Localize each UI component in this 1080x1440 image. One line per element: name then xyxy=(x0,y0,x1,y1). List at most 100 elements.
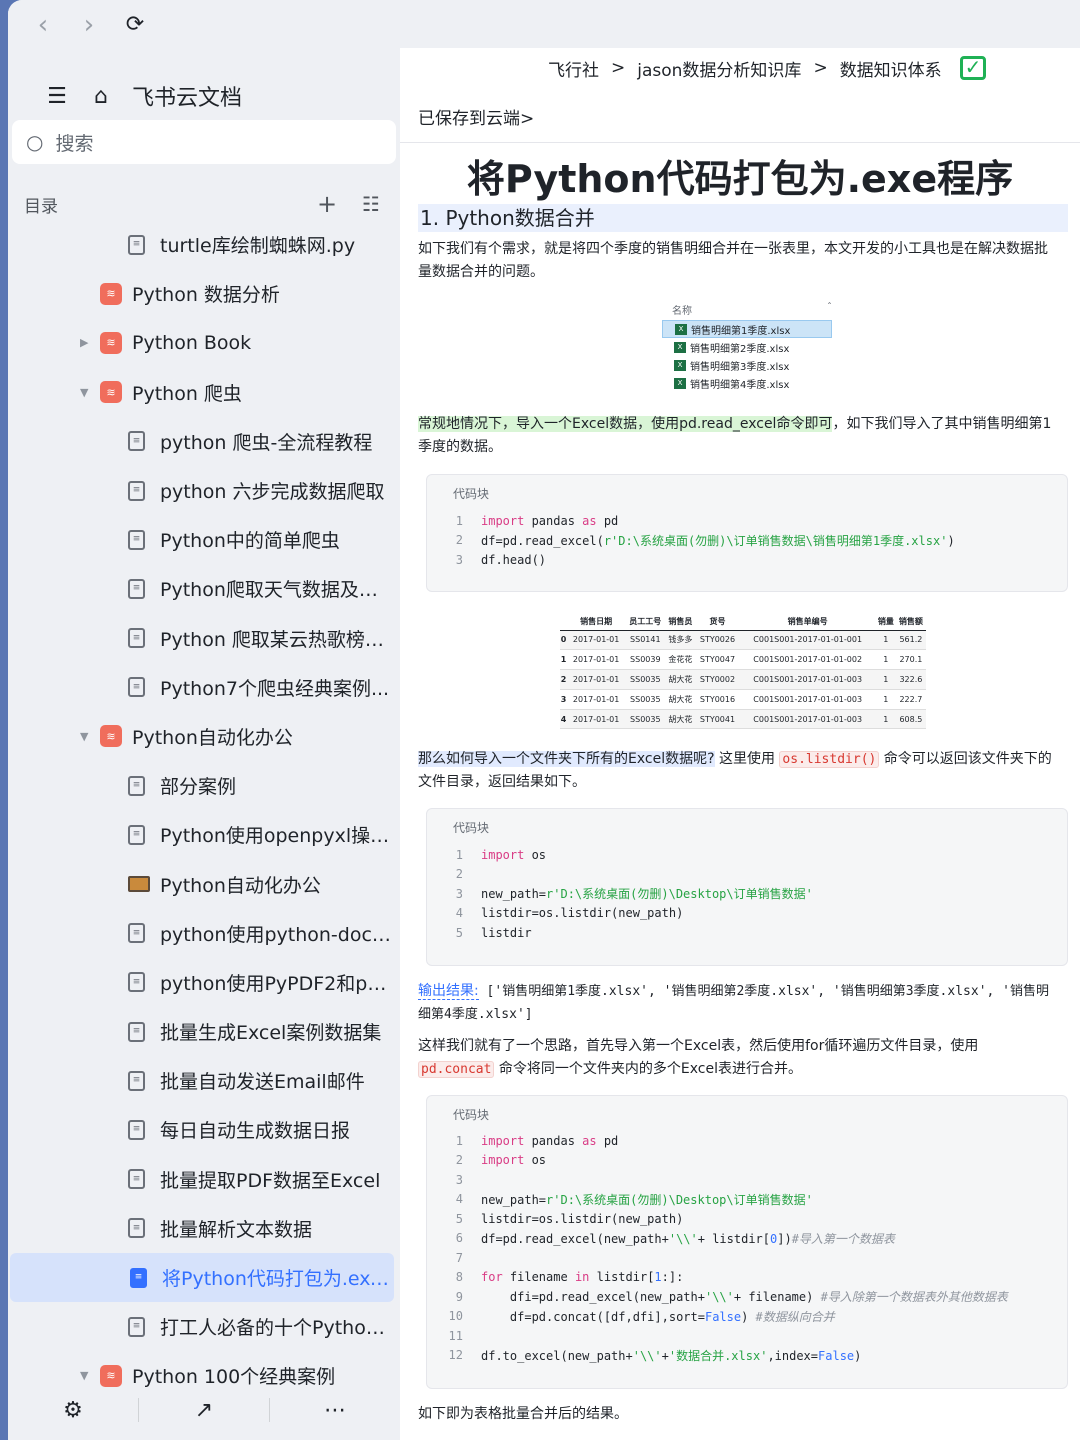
inline-code: pd.concat xyxy=(418,1061,495,1078)
breadcrumb-item[interactable]: jason数据分析知识库 xyxy=(637,56,801,81)
more-icon[interactable]: ⋯ xyxy=(270,1398,400,1423)
book-icon: ≋ xyxy=(100,381,122,404)
code-text: import pandas as pd xyxy=(481,1133,619,1148)
sidebar-item-label: 部分案例 xyxy=(160,776,237,799)
table-cell: 2017-01-01 xyxy=(566,709,626,730)
code-text: listdir=os.listdir(new_path) xyxy=(481,1211,684,1226)
sidebar-item[interactable]: ≡ python使用PyPDF2和pdfp... xyxy=(8,958,400,1007)
table-cell: 222.7 xyxy=(895,689,926,710)
reload-icon[interactable]: ⟳ xyxy=(118,8,152,42)
doc-icon: ≡ xyxy=(128,824,145,845)
table-cell: 2017-01-01 xyxy=(566,649,626,671)
sidebar-item[interactable]: ≡ python 六步完成数据爬取 xyxy=(8,466,400,515)
sidebar-item[interactable]: ≡ Python7个爬虫经典案例... xyxy=(8,663,400,712)
sidebar-item[interactable]: ▼ ≋ Python 爬虫 xyxy=(8,368,400,417)
code-line: 10 df=pd.concat([df,dfi],sort=False) #数据… xyxy=(427,1307,835,1326)
sidebar-item[interactable]: ≡ Python中的简单爬虫 xyxy=(8,515,400,564)
line-number: 8 xyxy=(455,1270,463,1284)
table-header-cell: 销售额 xyxy=(895,614,926,631)
save-status[interactable]: 已保存到云端> xyxy=(418,104,534,129)
paragraph: 如下即为表格批量合并后的结果。 xyxy=(418,1406,628,1422)
output-label: 输出结果: xyxy=(418,983,479,1000)
sidebar-item[interactable]: ≡ 批量提取PDF数据至Excel xyxy=(8,1155,400,1204)
table-cell: STY0002 xyxy=(695,669,740,690)
sidebar-item[interactable]: ≡ 将Python代码打包为.exe... xyxy=(10,1252,394,1303)
sidebar-item-label: 批量解析文本数据 xyxy=(160,1218,313,1241)
code-line: 9 dfi=pd.read_excel(new_path+'\\'+ filen… xyxy=(427,1287,1008,1306)
back-icon[interactable]: ‹ xyxy=(26,8,60,42)
table-cell: 1 xyxy=(875,709,896,730)
table-header-cell: 员工工号 xyxy=(625,614,666,631)
code-line: 3 df.head() xyxy=(427,550,546,569)
table-cell: 1 xyxy=(875,630,896,651)
table-cell: 3 xyxy=(560,689,567,710)
search-placeholder: 搜索 xyxy=(55,132,94,155)
doc-icon: ≡ xyxy=(128,1316,145,1337)
list-icon[interactable]: ☷ xyxy=(358,192,384,216)
sidebar-item[interactable]: ≡ 批量生成Excel案例数据集 xyxy=(8,1007,400,1056)
breadcrumb-item[interactable]: 数据知识体系 xyxy=(840,56,942,81)
sidebar-item[interactable]: ≡ turtle库绘制蜘蛛网.py xyxy=(8,220,400,269)
breadcrumb-item[interactable]: 飞行社 xyxy=(548,56,599,81)
sidebar-item[interactable]: ▼ ≋ Python自动化办公 xyxy=(8,712,400,761)
file-name: 销售明细第4季度.xlsx xyxy=(690,379,790,391)
file-name: 销售明细第2季度.xlsx xyxy=(690,343,790,355)
output-text: ['销售明细第1季度.xlsx', '销售明细第2季度.xlsx', '销售明细… xyxy=(418,984,1049,1022)
sidebar-item[interactable]: ≡ Python 爬取某云热歌榜歌... xyxy=(8,614,400,663)
chevron-right-icon[interactable]: ▶ xyxy=(80,336,88,349)
sidebar-item[interactable]: Python自动化办公 xyxy=(8,859,400,908)
sidebar-item[interactable]: ▶ ≋ Python Book xyxy=(8,318,400,367)
search-input[interactable]: ○ 搜索 xyxy=(12,120,396,164)
sidebar-item-label: Python Book xyxy=(132,331,252,354)
share-icon[interactable]: ↗ xyxy=(139,1398,269,1423)
sidebar-item[interactable]: ≡ 批量自动发送Email邮件 xyxy=(8,1056,400,1105)
sidebar-item[interactable]: ≡ python 爬虫-全流程教程 xyxy=(8,417,400,466)
table-row: 0 2017-01-01 SS0141 钱多多 STY0026 C001S001-2017… xyxy=(560,630,926,651)
home-icon[interactable]: ⌂ xyxy=(88,84,114,109)
data-table-image: 销售日期 员工工号 销售员 货号 销售单编号 销量 销售额 0 2017-01-01 SS0141… xyxy=(560,614,926,730)
table-cell: SS0141 xyxy=(625,630,666,651)
table-cell: 322.6 xyxy=(895,669,926,690)
settings-icon[interactable]: ⚙ xyxy=(8,1398,138,1423)
code-line: 12 df.to_excel(new_path+'\\'+'数据合并.xlsx',… xyxy=(427,1346,862,1365)
code-text: listdir=os.listdir(new_path) xyxy=(481,906,684,921)
sidebar-item-label: Python 爬取某云热歌榜歌... xyxy=(160,628,394,651)
sidebar-item[interactable]: ≡ python使用python-docx... xyxy=(8,909,400,958)
line-number: 3 xyxy=(455,1172,463,1187)
file-row: X 销售明细第1季度.xlsx xyxy=(662,320,832,338)
table-cell: 1 xyxy=(875,689,896,710)
sidebar-item[interactable]: ≡ 批量解析文本数据 xyxy=(8,1204,400,1253)
table-cell: STY0047 xyxy=(695,649,740,671)
code-block[interactable]: 代码块 1 import pandas as pd 2 import os 3 4 new_… xyxy=(426,1095,1068,1389)
forward-icon[interactable]: › xyxy=(72,8,106,42)
sidebar-item[interactable]: ≡ Python使用openpyxl操作... xyxy=(8,810,400,859)
sidebar-item-label: 批量提取PDF数据至Excel xyxy=(160,1169,381,1192)
code-line: 4 new_path=r'D:\系统桌面(勿删)\Desktop\订单销售数据' xyxy=(427,1190,813,1209)
app-name[interactable]: 飞书云文档 xyxy=(132,80,242,112)
chevron-down-icon[interactable]: ▼ xyxy=(80,730,88,743)
chevron-down-icon[interactable]: ▼ xyxy=(80,1369,88,1382)
code-block-label: 代码块 xyxy=(453,1108,490,1122)
sidebar-item[interactable]: ≡ 打工人必备的十个Python... xyxy=(8,1302,400,1351)
collapse-sidebar-icon[interactable]: ☰ xyxy=(44,84,70,109)
code-text: df=pd.read_excel(r'D:\系统桌面(勿删)\订单销售数据\销售… xyxy=(481,533,955,548)
book-icon: ≋ xyxy=(100,331,122,354)
code-block[interactable]: 代码块 1 import pandas as pd 2 df=pd.read_exce… xyxy=(426,474,1068,592)
code-text: import pandas as pd xyxy=(481,513,619,528)
highlight-text: 那么如何导入一个文件夹下所有的Excel数据呢? xyxy=(418,751,715,767)
code-block[interactable]: 代码块 1 import os 2 3 new_path=r'D:\系统桌面(勿删)\D… xyxy=(426,808,1068,966)
table-cell: 4 xyxy=(560,709,567,730)
sidebar-item[interactable]: ≡ 部分案例 xyxy=(8,761,400,810)
breadcrumb-separator: > xyxy=(813,58,828,78)
paragraph: 那么如何导入一个文件夹下所有的Excel数据呢? 这里使用 os.listdir… xyxy=(418,748,1058,794)
sidebar-item[interactable]: ≡ Python爬取天气数据及可... xyxy=(8,564,400,613)
table-row: 4 2017-01-01 SS0035 胡大花 STY0041 C001S001-2017… xyxy=(560,709,926,730)
chevron-down-icon[interactable]: ▼ xyxy=(80,386,88,399)
checkbox-icon[interactable]: ✓ xyxy=(960,56,986,80)
sidebar-item[interactable]: ≋ Python 数据分析 xyxy=(8,269,400,318)
sidebar-item[interactable]: ≡ 每日自动生成数据日报 xyxy=(8,1105,400,1154)
add-icon[interactable]: + xyxy=(314,190,340,218)
sidebar-item-label: Python7个爬虫经典案例... xyxy=(160,677,390,700)
line-number: 1 xyxy=(455,847,463,862)
sidebar-item-label: 将Python代码打包为.exe... xyxy=(162,1268,394,1291)
